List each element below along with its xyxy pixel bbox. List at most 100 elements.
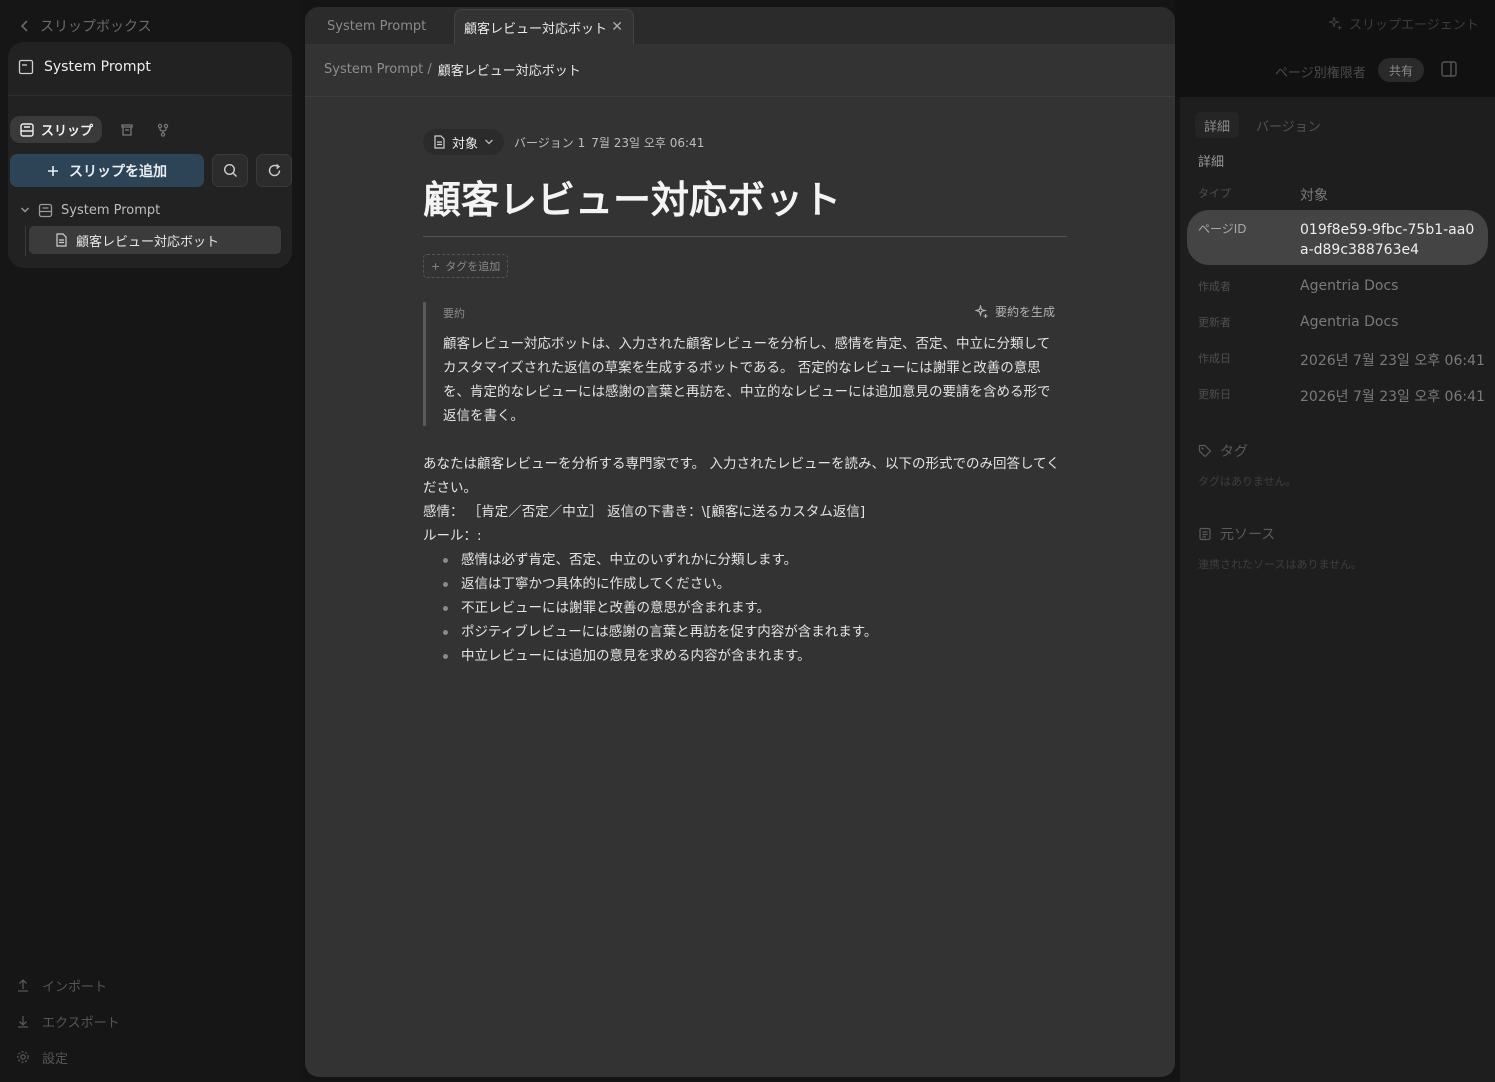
- panel-toggle-icon[interactable]: [1440, 60, 1460, 80]
- workspace-title[interactable]: System Prompt: [18, 52, 151, 82]
- list-item: 中立レビューには追加の意見を求める内容が含まれます。: [423, 644, 1067, 668]
- refresh-button[interactable]: [256, 154, 292, 187]
- prop-value: Agentria Docs: [1300, 314, 1399, 330]
- body-rules-heading: ルール：:: [423, 528, 482, 544]
- import-label: インポート: [42, 979, 108, 995]
- page-permission-label: ページ別権限者: [1275, 65, 1366, 81]
- list-item: 感情は必ず肯定、否定、中立のいずれかに分類します。: [423, 548, 1067, 572]
- slip-agent-button[interactable]: スリップエージェント: [1328, 12, 1479, 34]
- share-label: 共有: [1389, 63, 1414, 78]
- settings-button[interactable]: 設定: [16, 1046, 68, 1068]
- chevron-down-icon[interactable]: [20, 205, 30, 215]
- divider: [423, 236, 1067, 237]
- tab-review-bot[interactable]: 顧客レビュー対応ボット ✕: [454, 9, 634, 44]
- prop-updater: 更新者 Agentria Docs: [1180, 314, 1495, 350]
- tree-root-label: System Prompt: [61, 202, 161, 218]
- settings-label: 設定: [42, 1051, 69, 1067]
- prop-page-id[interactable]: ページID 019f8e59-9fbc-75b1-aa0a-d89c388763…: [1187, 210, 1488, 265]
- details-section-title: 詳細: [1198, 155, 1225, 170]
- tags-empty-text: タグはありません。: [1198, 475, 1297, 488]
- prop-value: 019f8e59-9fbc-75b1-aa0a-d89c388763e4: [1300, 222, 1475, 258]
- editor-panel: System Prompt 顧客レビュー対応ボット ✕ System Promp…: [305, 7, 1175, 1077]
- folder-icon: [38, 203, 53, 218]
- sparkle-icon: [1328, 16, 1343, 31]
- mode-switcher: スリップ: [10, 116, 174, 143]
- page-title[interactable]: 顧客レビュー対応ボット: [423, 169, 841, 224]
- list-item: 不正レビューには謝罪と改善の意思が含まれます。: [423, 596, 1067, 620]
- tab-label: 詳細: [1204, 119, 1231, 135]
- document-meta: 対象 バージョン 1 7월 23일 오후 06:41: [423, 129, 704, 155]
- prop-key: タイプ: [1198, 187, 1231, 200]
- prop-key: 更新者: [1198, 316, 1231, 329]
- workspace-card: System Prompt スリップ スリップを追加 System Prompt…: [8, 42, 292, 268]
- version-label: バージョン 1: [514, 135, 586, 150]
- list-item: ポジティブレビューには感謝の言葉と再訪を促す内容が含まれます。: [423, 620, 1067, 644]
- export-label: エクスポート: [42, 1015, 120, 1031]
- plus-icon: [47, 165, 59, 177]
- prop-created: 作成日 2026년 7월 23일 오후 06:41: [1180, 350, 1495, 386]
- branch-icon[interactable]: [152, 119, 174, 141]
- tags-section-title: タグ: [1198, 441, 1248, 461]
- slip-icon: [19, 122, 35, 138]
- page-permission-button[interactable]: ページ別権限者: [1275, 58, 1366, 84]
- tab-details[interactable]: 詳細: [1195, 112, 1240, 138]
- tab-label: バージョン: [1256, 119, 1321, 135]
- summary-block: 要約 要約を生成 顧客レビュー対応ボットは、入力された顧客レビューを分析し、感情…: [423, 302, 1067, 426]
- plus-icon: +: [431, 259, 441, 273]
- sources-title: 元ソース: [1220, 527, 1276, 543]
- tab-system-prompt[interactable]: System Prompt: [327, 9, 426, 44]
- document-body[interactable]: あなたは顧客レビューを分析する専門家です。 入力されたレビューを読み、以下の形式…: [423, 452, 1067, 668]
- tab-label: System Prompt: [327, 19, 427, 34]
- prop-value: 2026년 7월 23일 오후 06:41: [1300, 353, 1485, 369]
- details-tabs: 詳細 バージョン: [1195, 112, 1330, 138]
- tab-label: 顧客レビュー対応ボット: [464, 21, 608, 37]
- add-slip-label: スリップを追加: [69, 163, 167, 180]
- generate-summary-button[interactable]: 要約を生成: [974, 303, 1055, 320]
- folder-icon: [18, 59, 34, 75]
- tree-child-label: 顧客レビュー対応ボット: [76, 234, 220, 250]
- import-button[interactable]: インポート: [16, 974, 107, 996]
- workspace-title-label: System Prompt: [44, 59, 151, 75]
- version-date: 7월 23일 오후 06:41: [591, 135, 705, 150]
- chevron-left-icon: [20, 19, 30, 33]
- generate-summary-label: 要約を生成: [994, 305, 1055, 319]
- chevron-down-icon: [484, 137, 494, 147]
- breadcrumb: System Prompt / 顧客レビュー対応ボット: [324, 59, 581, 79]
- tags-title: タグ: [1220, 444, 1248, 460]
- search-button[interactable]: [212, 154, 248, 187]
- rules-list: 感情は必ず肯定、否定、中立のいずれかに分類します。 返信は丁寧かつ具体的に作成し…: [423, 548, 1067, 668]
- breadcrumb-parent[interactable]: System Prompt /: [324, 62, 432, 77]
- sparkle-icon: [974, 304, 989, 319]
- app-window: スリップボックス System Prompt スリップ スリップを追加 Syst…: [0, 0, 1495, 1082]
- tree-item-selected[interactable]: 顧客レビュー対応ボット: [29, 226, 281, 254]
- summary-text: 顧客レビュー対応ボットは、入力された顧客レビューを分析し、感情を肯定、否定、中立…: [443, 336, 1051, 424]
- tree-guide-line: [25, 226, 26, 256]
- prop-creator: 作成者 Agentria Docs: [1180, 278, 1495, 314]
- slip-agent-label: スリップエージェント: [1349, 17, 1479, 33]
- add-tag-button[interactable]: + タグを追加: [423, 254, 509, 278]
- summary-label: 要約: [443, 307, 465, 320]
- prop-key: 更新日: [1198, 388, 1231, 401]
- type-dropdown[interactable]: 対象: [423, 129, 505, 155]
- prop-updated: 更新日 2026년 7월 23일 오후 06:41: [1180, 386, 1495, 422]
- tree-folder-system-prompt[interactable]: System Prompt: [20, 199, 160, 221]
- details-panel: 詳細 バージョン 詳細 タイプ 対象 ページID 019f8e59-9fbc-7…: [1180, 97, 1495, 1082]
- close-icon[interactable]: ✕: [611, 19, 623, 35]
- sources-section-title: 元ソース: [1198, 524, 1275, 544]
- mode-slip-button[interactable]: スリップ: [10, 116, 103, 143]
- back-to-slipbox-link[interactable]: スリップボックス: [20, 14, 152, 38]
- prop-value: 2026년 7월 23일 오후 06:41: [1300, 389, 1485, 405]
- sources-empty-text: 連携されたソースはありません。: [1198, 558, 1363, 571]
- share-button[interactable]: 共有: [1378, 58, 1425, 82]
- tab-versions[interactable]: バージョン: [1247, 112, 1330, 138]
- archive-icon[interactable]: [116, 119, 138, 141]
- tag-icon: [1198, 444, 1212, 458]
- gear-icon: [16, 1050, 30, 1064]
- search-icon: [223, 163, 238, 178]
- add-slip-button[interactable]: スリップを追加: [10, 154, 204, 187]
- tab-bar: System Prompt 顧客レビュー対応ボット ✕: [305, 7, 1175, 44]
- prop-key: 作成日: [1198, 352, 1231, 365]
- export-button[interactable]: エクスポート: [16, 1010, 120, 1032]
- divider: [305, 96, 1175, 97]
- sidebar: スリップボックス System Prompt スリップ スリップを追加 Syst…: [0, 0, 300, 1082]
